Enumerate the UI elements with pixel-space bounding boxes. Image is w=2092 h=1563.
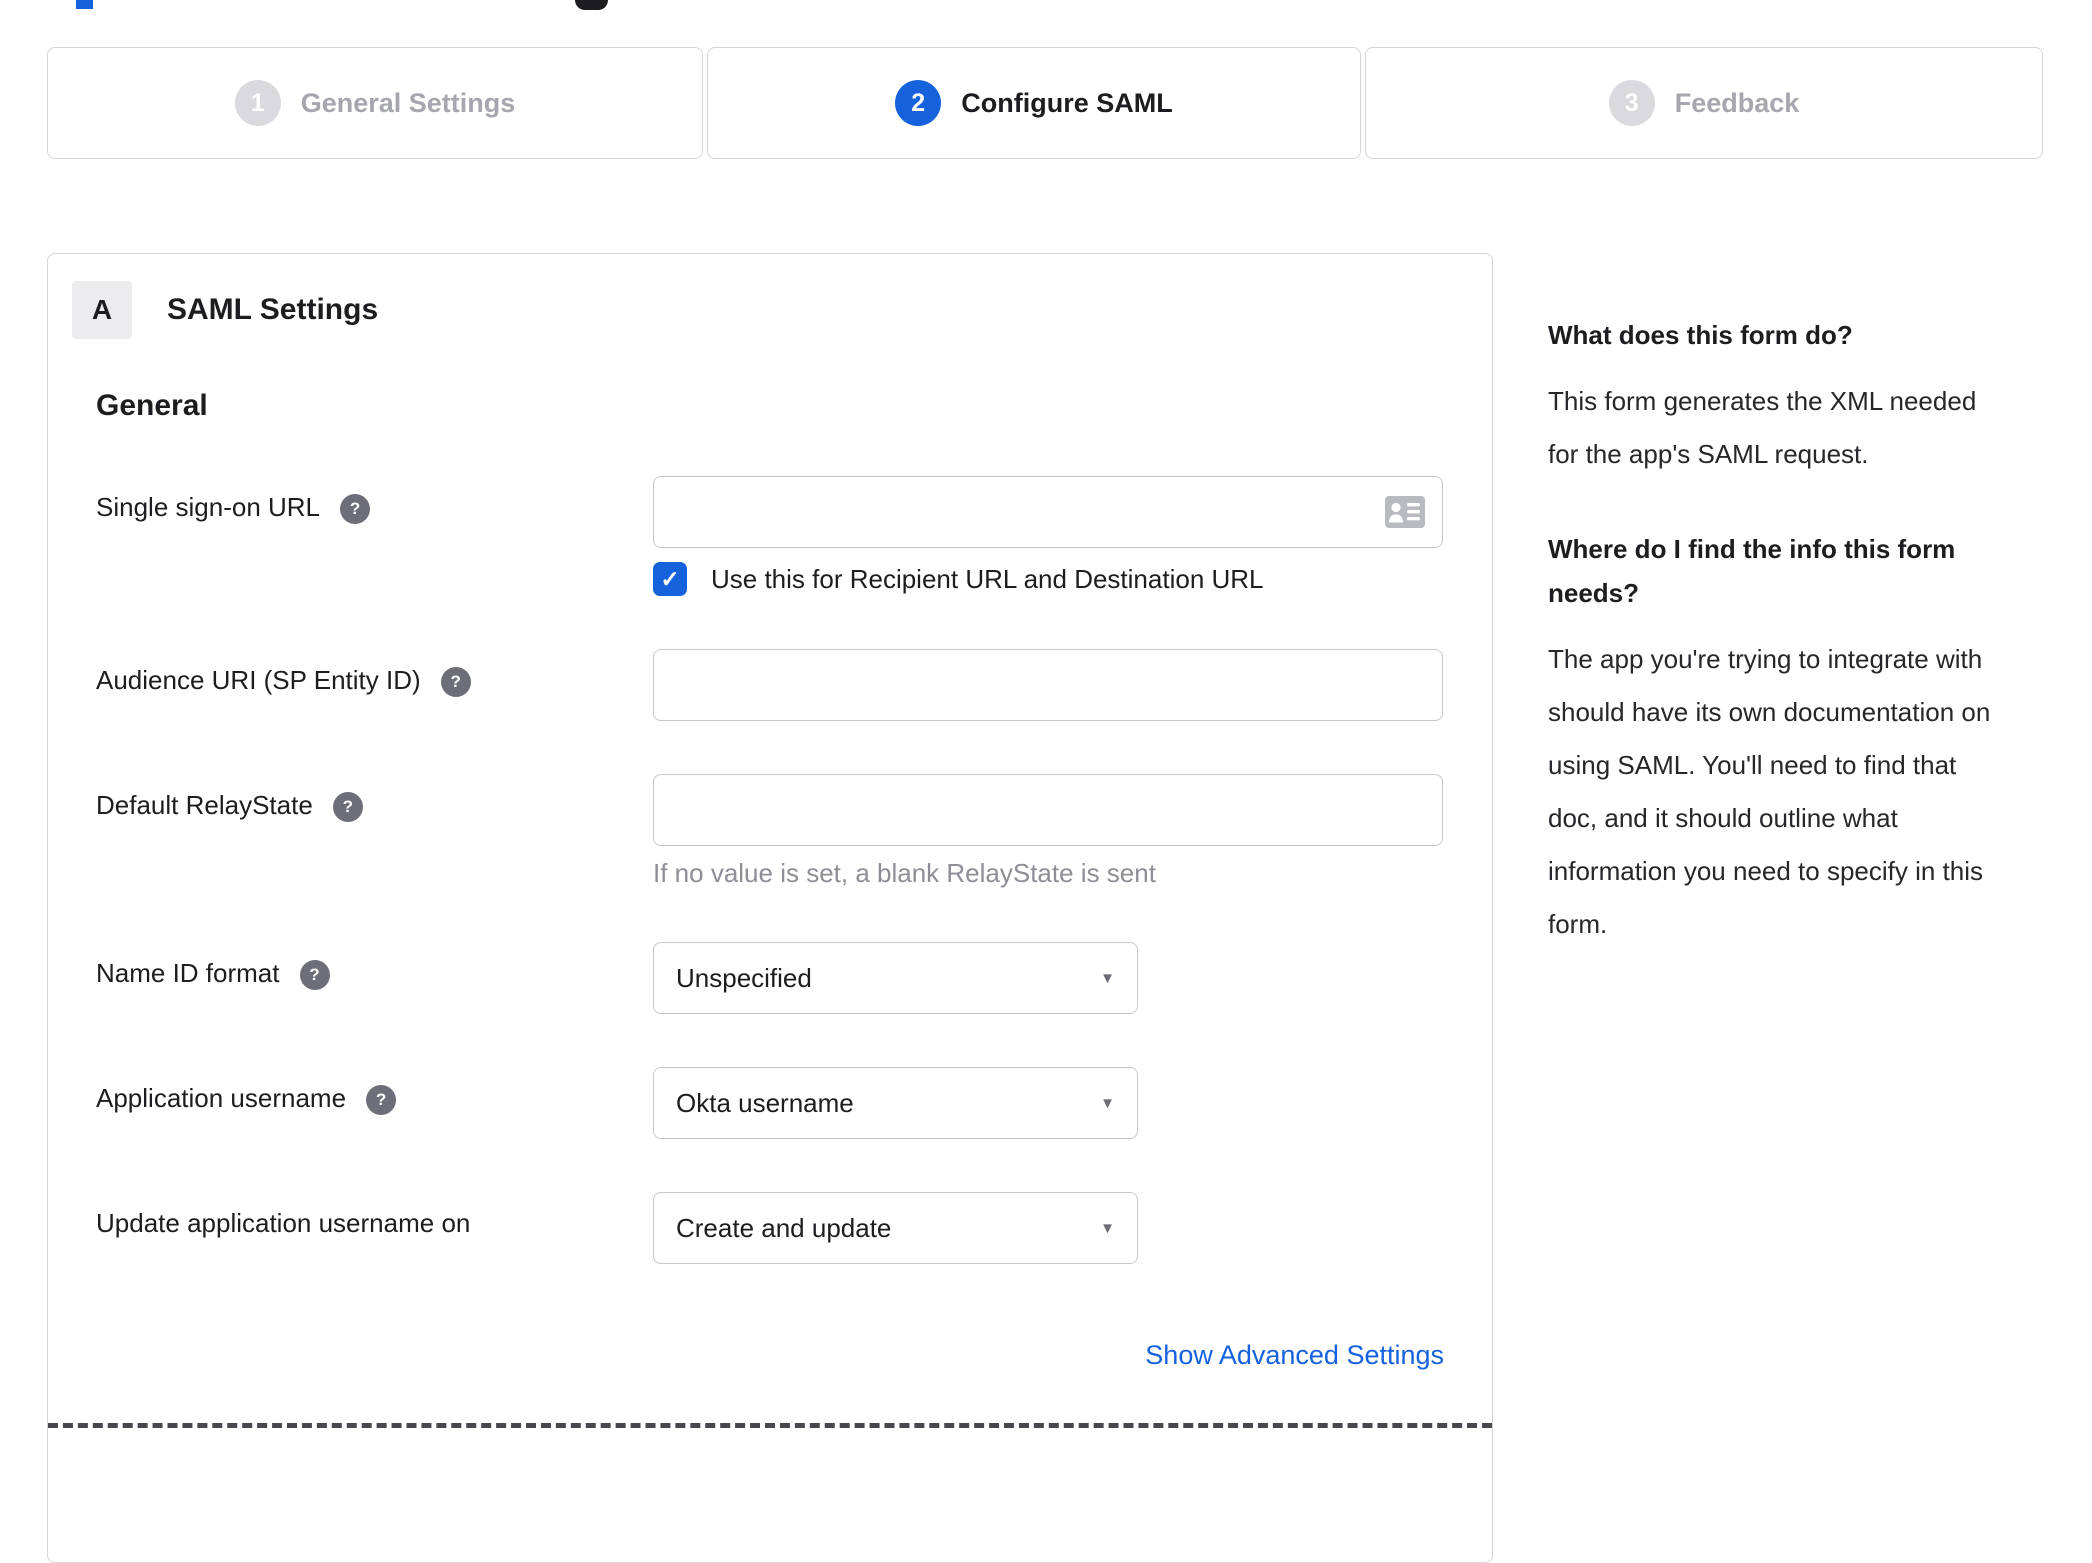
update-username-select[interactable]: Create and update ▼ — [653, 1192, 1138, 1264]
name-id-format-value: Unspecified — [676, 962, 812, 993]
application-username-select[interactable]: Okta username ▼ — [653, 1067, 1138, 1139]
recipient-url-checkbox-row: ✓ Use this for Recipient URL and Destina… — [653, 562, 1444, 596]
update-username-label-wrap: Update application username on — [96, 1192, 653, 1239]
cut-off-dark-icon-fragment — [575, 0, 608, 10]
sso-url-row: Single sign-on URL ? ✓ Use this for Reci… — [96, 476, 1444, 596]
main-content: A SAML Settings General Single sign-on U… — [47, 253, 2048, 1563]
relay-state-row: Default RelayState ? If no value is set,… — [96, 774, 1444, 889]
advanced-settings-row: Show Advanced Settings — [96, 1340, 1444, 1371]
step-label: General Settings — [300, 87, 516, 118]
step-configure-saml[interactable]: 2 Configure SAML — [707, 47, 1361, 159]
panel-header: A SAML Settings — [72, 281, 1492, 339]
sidebar-answer-1: This form generates the XML needed for t… — [1548, 386, 1977, 469]
show-advanced-settings-link[interactable]: Show Advanced Settings — [1145, 1340, 1444, 1371]
help-icon[interactable]: ? — [332, 792, 363, 822]
sidebar-question-2: Where do I find the info this form needs… — [1548, 534, 1956, 608]
help-icon[interactable]: ? — [366, 1085, 397, 1115]
step-general-settings[interactable]: 1 General Settings — [47, 47, 703, 159]
application-username-value: Okta username — [676, 1087, 854, 1118]
sso-url-input[interactable] — [653, 476, 1443, 548]
cut-off-blue-fragment — [76, 0, 93, 9]
general-section-title: General — [96, 389, 208, 422]
name-id-format-select[interactable]: Unspecified ▼ — [653, 942, 1138, 1014]
section-a-badge: A — [72, 281, 132, 339]
step-feedback[interactable]: 3 Feedback — [1365, 47, 2043, 159]
relay-state-input[interactable] — [653, 774, 1443, 846]
application-username-row: Application username ? Okta username ▼ — [96, 1067, 1444, 1139]
update-username-value: Create and update — [676, 1212, 892, 1243]
application-username-label-wrap: Application username ? — [96, 1067, 653, 1115]
name-id-format-label: Name ID format — [96, 958, 280, 988]
relay-state-label: Default RelayState — [96, 790, 313, 820]
audience-uri-label: Audience URI (SP Entity ID) — [96, 665, 421, 695]
step-number-badge: 2 — [895, 80, 942, 126]
sso-url-label: Single sign-on URL — [96, 492, 321, 522]
sidebar-question-1: What does this form do? — [1548, 320, 1853, 350]
name-id-format-label-wrap: Name ID format ? — [96, 942, 653, 990]
wizard-stepper: 1 General Settings 2 Configure SAML 3 Fe… — [47, 47, 2043, 159]
step-number-badge: 1 — [234, 80, 281, 126]
relay-state-label-wrap: Default RelayState ? — [96, 774, 653, 822]
step-number-badge: 3 — [1608, 80, 1655, 126]
update-username-label: Update application username on — [96, 1208, 471, 1238]
chevron-down-icon: ▼ — [1100, 1219, 1115, 1237]
help-sidebar: What does this form do? This form genera… — [1548, 253, 2048, 951]
contact-card-icon[interactable] — [1385, 496, 1425, 533]
chevron-down-icon: ▼ — [1100, 1094, 1115, 1112]
relay-state-hint: If no value is set, a blank RelayState i… — [653, 858, 1156, 888]
recipient-url-checkbox-label: Use this for Recipient URL and Destinati… — [711, 563, 1264, 594]
audience-uri-row: Audience URI (SP Entity ID) ? — [96, 649, 1444, 721]
step-label: Feedback — [1674, 87, 1800, 118]
name-id-format-row: Name ID format ? Unspecified ▼ — [96, 942, 1444, 1014]
help-icon[interactable]: ? — [440, 667, 471, 697]
help-icon[interactable]: ? — [340, 494, 371, 524]
saml-settings-panel: A SAML Settings General Single sign-on U… — [47, 253, 1493, 1563]
sso-url-label-wrap: Single sign-on URL ? — [96, 476, 653, 524]
audience-uri-input[interactable] — [653, 649, 1443, 721]
chevron-down-icon: ▼ — [1100, 969, 1115, 987]
help-icon[interactable]: ? — [299, 960, 330, 990]
step-label: Configure SAML — [961, 87, 1173, 118]
recipient-url-checkbox[interactable]: ✓ — [653, 562, 687, 596]
application-username-label: Application username — [96, 1083, 347, 1113]
panel-title: SAML Settings — [167, 293, 379, 326]
update-username-row: Update application username on Create an… — [96, 1192, 1444, 1264]
audience-uri-label-wrap: Audience URI (SP Entity ID) ? — [96, 649, 653, 697]
sidebar-answer-2: The app you're trying to integrate with … — [1548, 644, 1991, 939]
